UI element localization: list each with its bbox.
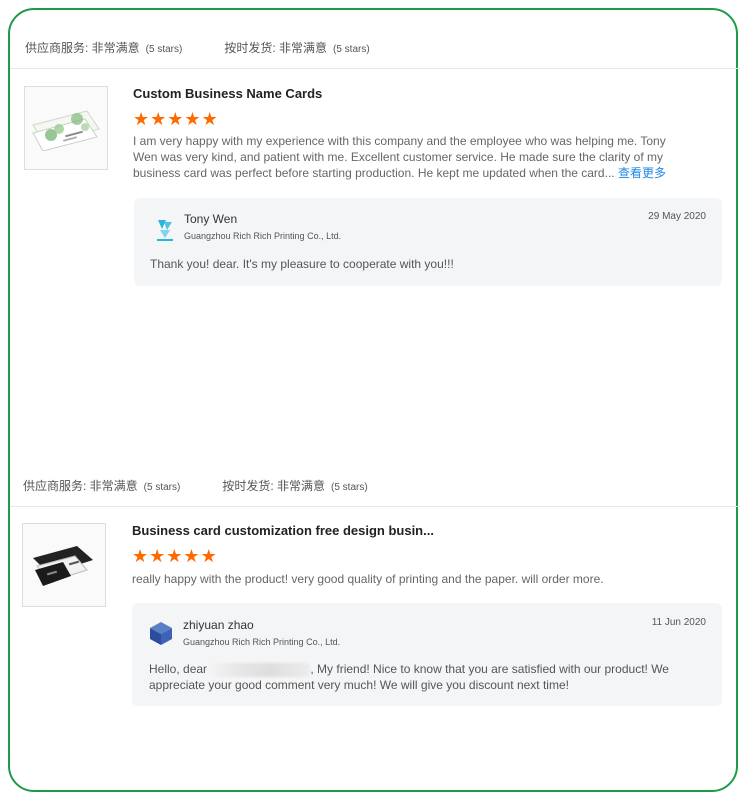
redacted-name — [210, 662, 311, 677]
business-cards-icon — [33, 546, 93, 586]
reply-date: 11 Jun 2020 — [651, 617, 706, 628]
product-thumbnail[interactable] — [22, 523, 106, 607]
review-comment-text: I am very happy with my experience with … — [133, 134, 666, 180]
on-time-delivery-rating: 按时发货: 非常满意 (5 stars) — [222, 477, 367, 494]
business-cards-icon — [32, 110, 100, 151]
reply-author-name: zhiyuan zhao — [183, 618, 254, 632]
star-rating: ★ ★ ★ ★ ★ — [132, 547, 218, 565]
supplier-service-stars-text: (5 stars) — [143, 481, 181, 493]
reply-text: Thank you! dear. It's my pleasure to coo… — [150, 257, 454, 271]
divider — [10, 506, 740, 507]
reply-text-start: Hello, dear — [149, 662, 211, 676]
supplier-service-label: 供应商服务: 非常满意 — [23, 478, 138, 493]
on-time-delivery-stars-text: (5 stars) — [333, 43, 370, 55]
product-title[interactable]: Business card customization free design … — [132, 523, 434, 538]
supplier-service-label: 供应商服务: 非常满意 — [25, 40, 140, 55]
product-title[interactable]: Custom Business Name Cards — [133, 86, 322, 101]
review-comment: I am very happy with my experience with … — [133, 133, 693, 181]
star-icon: ★ — [183, 546, 200, 566]
on-time-delivery-rating: 按时发货: 非常满意 (5 stars) — [224, 39, 369, 56]
star-rating: ★ ★ ★ ★ ★ — [133, 110, 219, 128]
star-icon: ★ — [166, 546, 183, 566]
view-more-link[interactable]: 查看更多 — [618, 166, 666, 180]
on-time-delivery-label: 按时发货: 非常满意 — [222, 478, 326, 493]
reply-author-name: Tony Wen — [184, 212, 238, 226]
ratings-row: 供应商服务: 非常满意 (5 stars) 按时发货: 非常满意 (5 stars) — [8, 475, 733, 495]
product-thumbnail[interactable] — [24, 86, 108, 170]
star-icon: ★ — [200, 546, 217, 566]
company-logo-icon — [150, 622, 172, 645]
reply-text: Hello, dear , My friend! Nice to know th… — [149, 661, 679, 693]
supplier-service-rating: 供应商服务: 非常满意 (5 stars) — [25, 39, 182, 56]
star-icon: ★ — [184, 109, 201, 129]
on-time-delivery-stars-text: (5 stars) — [331, 481, 368, 493]
review-comment: really happy with the product! very good… — [132, 571, 712, 587]
reply-company-name: Guangzhou Rich Rich Printing Co., Ltd. — [184, 231, 342, 241]
reply-company-name: Guangzhou Rich Rich Printing Co., Ltd. — [183, 637, 341, 647]
star-icon: ★ — [150, 109, 167, 129]
supplier-service-rating: 供应商服务: 非常满意 (5 stars) — [23, 477, 180, 494]
review-comment-text: really happy with the product! very good… — [132, 572, 604, 586]
star-icon: ★ — [149, 546, 166, 566]
reply-date: 29 May 2020 — [648, 211, 706, 222]
supplier-reply: zhiyuan zhao Guangzhou Rich Rich Printin… — [132, 603, 722, 706]
ratings-row: 供应商服务: 非常满意 (5 stars) 按时发货: 非常满意 (5 stars) — [10, 37, 735, 57]
divider — [10, 68, 740, 69]
star-icon: ★ — [132, 546, 149, 566]
star-icon: ★ — [167, 109, 184, 129]
company-logo-icon — [157, 220, 173, 241]
supplier-service-stars-text: (5 stars) — [145, 43, 183, 55]
star-icon: ★ — [133, 109, 150, 129]
on-time-delivery-label: 按时发货: 非常满意 — [224, 40, 328, 55]
supplier-reply: Tony Wen Guangzhou Rich Rich Printing Co… — [134, 198, 722, 286]
star-icon: ★ — [201, 109, 218, 129]
